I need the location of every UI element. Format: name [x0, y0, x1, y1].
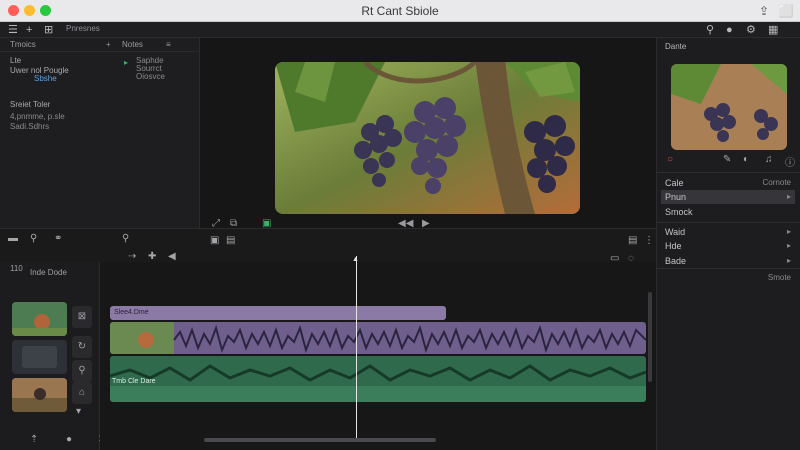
more-icon[interactable]: ⋮ — [644, 235, 654, 246]
add-icon[interactable]: + — [26, 23, 32, 37]
sync-icon[interactable]: ↻ — [72, 336, 92, 358]
side-label: 110 — [10, 264, 23, 273]
list-item[interactable]: Sadi.Sdhrs — [10, 122, 49, 131]
record-icon[interactable]: ● — [66, 434, 72, 445]
inspector-row[interactable]: Bade ▸ — [661, 254, 795, 268]
library-panel: Tmoics + Notes ≡ Lte Uwer nol Pougle Sbs… — [0, 38, 200, 228]
row-label: Smock — [665, 207, 693, 217]
library-tabs: Tmoics + Notes ≡ — [0, 38, 200, 52]
marker-icon[interactable]: ▤ — [226, 235, 235, 246]
sidebar-toggle-icon[interactable]: ☰ — [8, 23, 18, 37]
list-item[interactable]: 4,pnmme, p.sle — [10, 112, 65, 121]
arrow-tool-icon[interactable]: ⇢ — [128, 251, 136, 262]
inspector-row[interactable]: Waid ▸ — [661, 225, 795, 239]
clip-appearance-icon[interactable]: ▬ — [8, 233, 18, 244]
row-value: ▸ — [786, 241, 791, 250]
home-icon[interactable]: ⌂ — [72, 382, 92, 404]
inspector-divider — [657, 222, 800, 223]
share-icon[interactable]: ⇪ — [756, 3, 772, 19]
keyword-icon[interactable]: ⚲ — [706, 23, 714, 37]
clip-thumbnail[interactable] — [12, 378, 67, 412]
row-label: Cale — [665, 178, 684, 188]
audio-icon[interactable]: ♫ — [765, 154, 773, 165]
timeline-index-icon[interactable]: ▤ — [628, 235, 637, 246]
window-title: Rt Cant Sbiole — [361, 4, 439, 18]
list-item[interactable]: Sbshe — [34, 74, 57, 83]
timeline-area[interactable]: Slee4.Dme Tmb Cle Dare ▲ — [100, 256, 656, 450]
record-icon[interactable]: ○ — [667, 154, 673, 165]
toolbar-label: Pnresnes — [66, 24, 100, 33]
clip-thumbnail[interactable] — [12, 340, 67, 374]
inspector-row[interactable]: Pnun ▸ — [661, 190, 795, 204]
link-icon[interactable]: ⚭ — [54, 233, 62, 244]
row-label: Waid — [665, 227, 686, 237]
search-icon[interactable]: ⚲ — [72, 360, 92, 382]
grid-icon[interactable]: ▦ — [768, 23, 778, 37]
playhead-handle[interactable]: ▲ — [352, 256, 361, 263]
add-folder-icon[interactable]: + — [106, 40, 111, 49]
inspector-row[interactable]: Smock — [661, 205, 795, 219]
info-icon[interactable]: ⓘ — [785, 154, 795, 169]
inspector-row[interactable]: Smote — [661, 271, 795, 285]
row-label: Pnun — [665, 192, 687, 202]
clip-thumbnail[interactable] — [12, 302, 67, 336]
search-icon[interactable]: ⚲ — [122, 233, 129, 244]
main-toolbar: ☰ + ⊞ Pnresnes ⚲ ● ⚙ ▦ — [0, 22, 800, 38]
timeline-toolbar: ▬ ⚲ ⚭ ⚲ ▣ ▤ ⇢ ✚ ◀ ▤ ⋮ ▭ ◌ — [0, 228, 656, 264]
list-item[interactable]: Lte — [10, 56, 21, 65]
timeline-vertical-scrollbar[interactable] — [648, 292, 652, 382]
user-icon[interactable]: ● — [726, 23, 733, 37]
tab-notes[interactable]: Notes — [122, 40, 143, 49]
list-item[interactable]: Oiosvce — [136, 72, 165, 81]
inspector-divider — [657, 268, 800, 269]
chevron-down-icon[interactable]: ▾ — [76, 406, 81, 417]
timeline-scrollbar[interactable] — [204, 438, 436, 442]
inspector-row[interactable]: Cale Cornote — [661, 176, 795, 190]
volume-icon[interactable]: ◀ — [168, 251, 176, 262]
fullscreen-icon[interactable]: ⬜ — [778, 3, 794, 19]
viewer-frame[interactable] — [275, 62, 580, 214]
inspector-panel: Dante ○ ✎ ◐ ♫ ⓘ Cale Cornote Pnun ▸ Smoc… — [656, 38, 800, 450]
edit-icon[interactable]: ✎ — [723, 154, 731, 165]
import-icon[interactable]: ⊞ — [44, 23, 53, 37]
row-value: ▸ — [786, 227, 791, 236]
audio-clip-label: Tmb Cle Dare — [112, 378, 156, 385]
list-item[interactable]: Sreiet Toler — [10, 100, 50, 109]
color-icon[interactable]: ◐ — [743, 154, 749, 165]
grapes-image — [275, 62, 580, 214]
playhead[interactable] — [356, 256, 357, 438]
timeline-sidebar: 110 Inde Dode ⊠ ↻ ⚲ ⌂ ▾ ⇡ ● ✕ — [0, 262, 106, 450]
settings-icon[interactable]: ⚙ — [746, 23, 756, 37]
title-clip[interactable]: Slee4.Dme — [110, 306, 446, 320]
row-value: Cornote — [762, 178, 791, 187]
audio-track[interactable] — [110, 356, 646, 402]
row-value: Smote — [767, 273, 791, 282]
row-value: ▸ — [786, 192, 791, 201]
snapshot-icon[interactable]: ▣ — [210, 235, 219, 246]
viewer-panel: ◀◀ ▶ ⤢ ⧉ ▣ — [200, 38, 656, 229]
upload-icon[interactable]: ⇡ — [30, 434, 38, 445]
inspector-row[interactable]: Hde ▸ — [661, 239, 795, 253]
inspector-title: Dante — [665, 42, 687, 51]
row-label: Bade — [665, 256, 687, 266]
title-bar: Rt Cant Sbiole ⇪ ⬜ — [0, 0, 800, 22]
row-value: ▸ — [786, 256, 791, 265]
video-track[interactable] — [110, 322, 646, 354]
add-marker-icon[interactable]: ✚ — [148, 251, 156, 262]
zoom-icon[interactable]: ⚲ — [30, 233, 37, 244]
list-view-icon[interactable]: ≡ — [166, 40, 171, 49]
side-label: Inde Dode — [30, 268, 67, 277]
tab-topics[interactable]: Tmoics — [10, 40, 36, 49]
lock-icon[interactable]: ⊠ — [72, 306, 92, 328]
play-icon: ▸ — [124, 58, 129, 67]
inspector-thumbnail — [671, 64, 787, 150]
row-label: Hde — [665, 241, 682, 251]
inspector-divider — [657, 172, 800, 173]
